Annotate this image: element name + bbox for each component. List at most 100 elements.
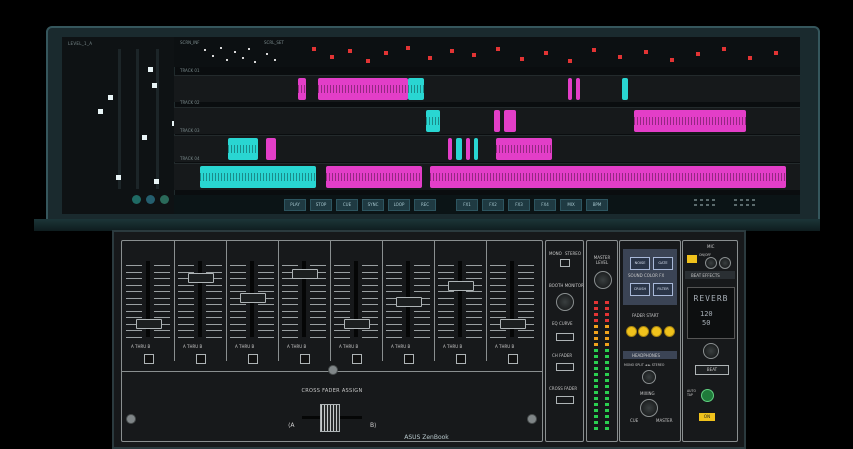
clip[interactable] (200, 166, 316, 188)
mic-level-knob[interactable] (705, 257, 717, 269)
channel-fader[interactable] (188, 273, 214, 283)
round-button[interactable] (160, 195, 169, 204)
assign-label: A THRU B (183, 344, 203, 349)
assign-switch[interactable] (404, 354, 414, 364)
crossfader-cap[interactable] (320, 404, 340, 432)
clip[interactable] (474, 138, 478, 160)
ch-fader-curve-switch[interactable] (556, 363, 574, 371)
level-marker[interactable] (152, 83, 157, 88)
channel-fader[interactable] (136, 319, 162, 329)
round-button[interactable] (146, 195, 155, 204)
fader-start-button[interactable] (626, 326, 637, 337)
level-marker[interactable] (98, 109, 103, 114)
transport-button[interactable]: FX2 (482, 199, 504, 211)
fader-scale-mark (178, 291, 194, 292)
fx-crush-button[interactable]: CRUSH (630, 283, 650, 296)
clip[interactable] (430, 166, 786, 188)
channel-fader[interactable] (292, 269, 318, 279)
assign-switch[interactable] (508, 354, 518, 364)
transport-button[interactable]: REC (414, 199, 436, 211)
assign-switch[interactable] (196, 354, 206, 364)
round-button[interactable] (132, 195, 141, 204)
assign-switch[interactable] (248, 354, 258, 364)
clip[interactable] (456, 138, 462, 160)
fx-on-button[interactable]: ON (699, 413, 715, 421)
clip[interactable] (634, 110, 746, 132)
fx-filter-button[interactable]: FILTER (653, 283, 673, 296)
level-marker[interactable] (142, 135, 147, 140)
fx-gate-button[interactable]: GATE (653, 257, 673, 270)
meter-led (594, 343, 598, 346)
transport-button[interactable]: CUE (336, 199, 358, 211)
auto-tap-button[interactable] (701, 389, 714, 402)
assign-switch[interactable] (352, 354, 362, 364)
level-marker[interactable] (116, 175, 121, 180)
beat-button[interactable]: BEAT (695, 365, 729, 375)
clip[interactable] (494, 110, 500, 132)
transport-button[interactable]: PLAY (284, 199, 306, 211)
transport-button[interactable]: FX4 (534, 199, 556, 211)
track-lane[interactable]: TRACK 01 (174, 68, 800, 102)
fader-start-button[interactable] (664, 326, 675, 337)
level-marker[interactable] (148, 67, 153, 72)
assign-switch[interactable] (300, 354, 310, 364)
fx-noise-button[interactable]: NOISE (630, 257, 650, 270)
crossfader[interactable] (282, 402, 382, 432)
clip[interactable] (228, 138, 258, 160)
master-level-knob[interactable] (594, 271, 612, 289)
track-lane[interactable]: TRACK 03 (174, 128, 800, 162)
channel-fader[interactable] (344, 319, 370, 329)
fader-scale-mark (206, 323, 222, 325)
clip[interactable] (504, 110, 516, 132)
clip[interactable] (266, 138, 276, 160)
clip[interactable] (576, 78, 580, 100)
level-marker[interactable] (154, 179, 159, 184)
eq-curve-switch[interactable] (556, 333, 574, 341)
beat-effects-column: MIC ON/OFF BEAT EFFECTS REVERB 120 50 BE… (682, 240, 738, 442)
meter-led (605, 361, 609, 364)
clip[interactable] (496, 138, 552, 160)
transport-button[interactable]: SYNC (362, 199, 384, 211)
clip[interactable] (568, 78, 572, 100)
transport-button[interactable]: FX1 (456, 199, 478, 211)
track-lane[interactable]: TRACK 02 (174, 100, 800, 134)
level-marker[interactable] (108, 95, 113, 100)
fader-scale-mark (386, 284, 402, 286)
clip[interactable] (466, 138, 470, 160)
mono-stereo-switch[interactable] (560, 259, 570, 267)
transport-button[interactable]: MIX (560, 199, 582, 211)
track-lane[interactable]: TRACK 04 (174, 156, 800, 190)
mic-on-button[interactable] (687, 255, 697, 263)
fader-start-button[interactable] (638, 326, 649, 337)
fader-start-button[interactable] (651, 326, 662, 337)
mono-split-knob[interactable] (642, 370, 656, 384)
clip[interactable] (318, 78, 408, 100)
channel-fader[interactable] (500, 319, 526, 329)
transport-button[interactable]: BPM (586, 199, 608, 211)
channel-fader[interactable] (396, 297, 422, 307)
screw (126, 414, 136, 424)
booth-monitor-knob[interactable] (556, 293, 574, 311)
fader-scale-mark (438, 336, 454, 338)
fader-scale-mark (258, 330, 274, 331)
channel-fader[interactable] (448, 281, 474, 291)
clip[interactable] (622, 78, 628, 100)
assign-switch[interactable] (144, 354, 154, 364)
channel-fader[interactable] (240, 293, 266, 303)
cross-fader-curve-switch[interactable] (556, 396, 574, 404)
mic-eq-knob[interactable] (719, 257, 731, 269)
fader-scale-mark (258, 336, 274, 338)
clip[interactable] (326, 166, 422, 188)
clip[interactable] (298, 78, 306, 100)
clip[interactable] (448, 138, 452, 160)
transport-button[interactable]: STOP (310, 199, 332, 211)
mixing-knob[interactable] (640, 399, 658, 417)
assign-switch[interactable] (456, 354, 466, 364)
clip[interactable] (426, 110, 440, 132)
beat-time-knob[interactable] (703, 343, 719, 359)
fader-scale-mark (126, 336, 142, 338)
transport-button[interactable]: FX3 (508, 199, 530, 211)
clip[interactable] (408, 78, 424, 100)
fader-scale-mark (518, 265, 534, 266)
transport-button[interactable]: LOOP (388, 199, 410, 211)
